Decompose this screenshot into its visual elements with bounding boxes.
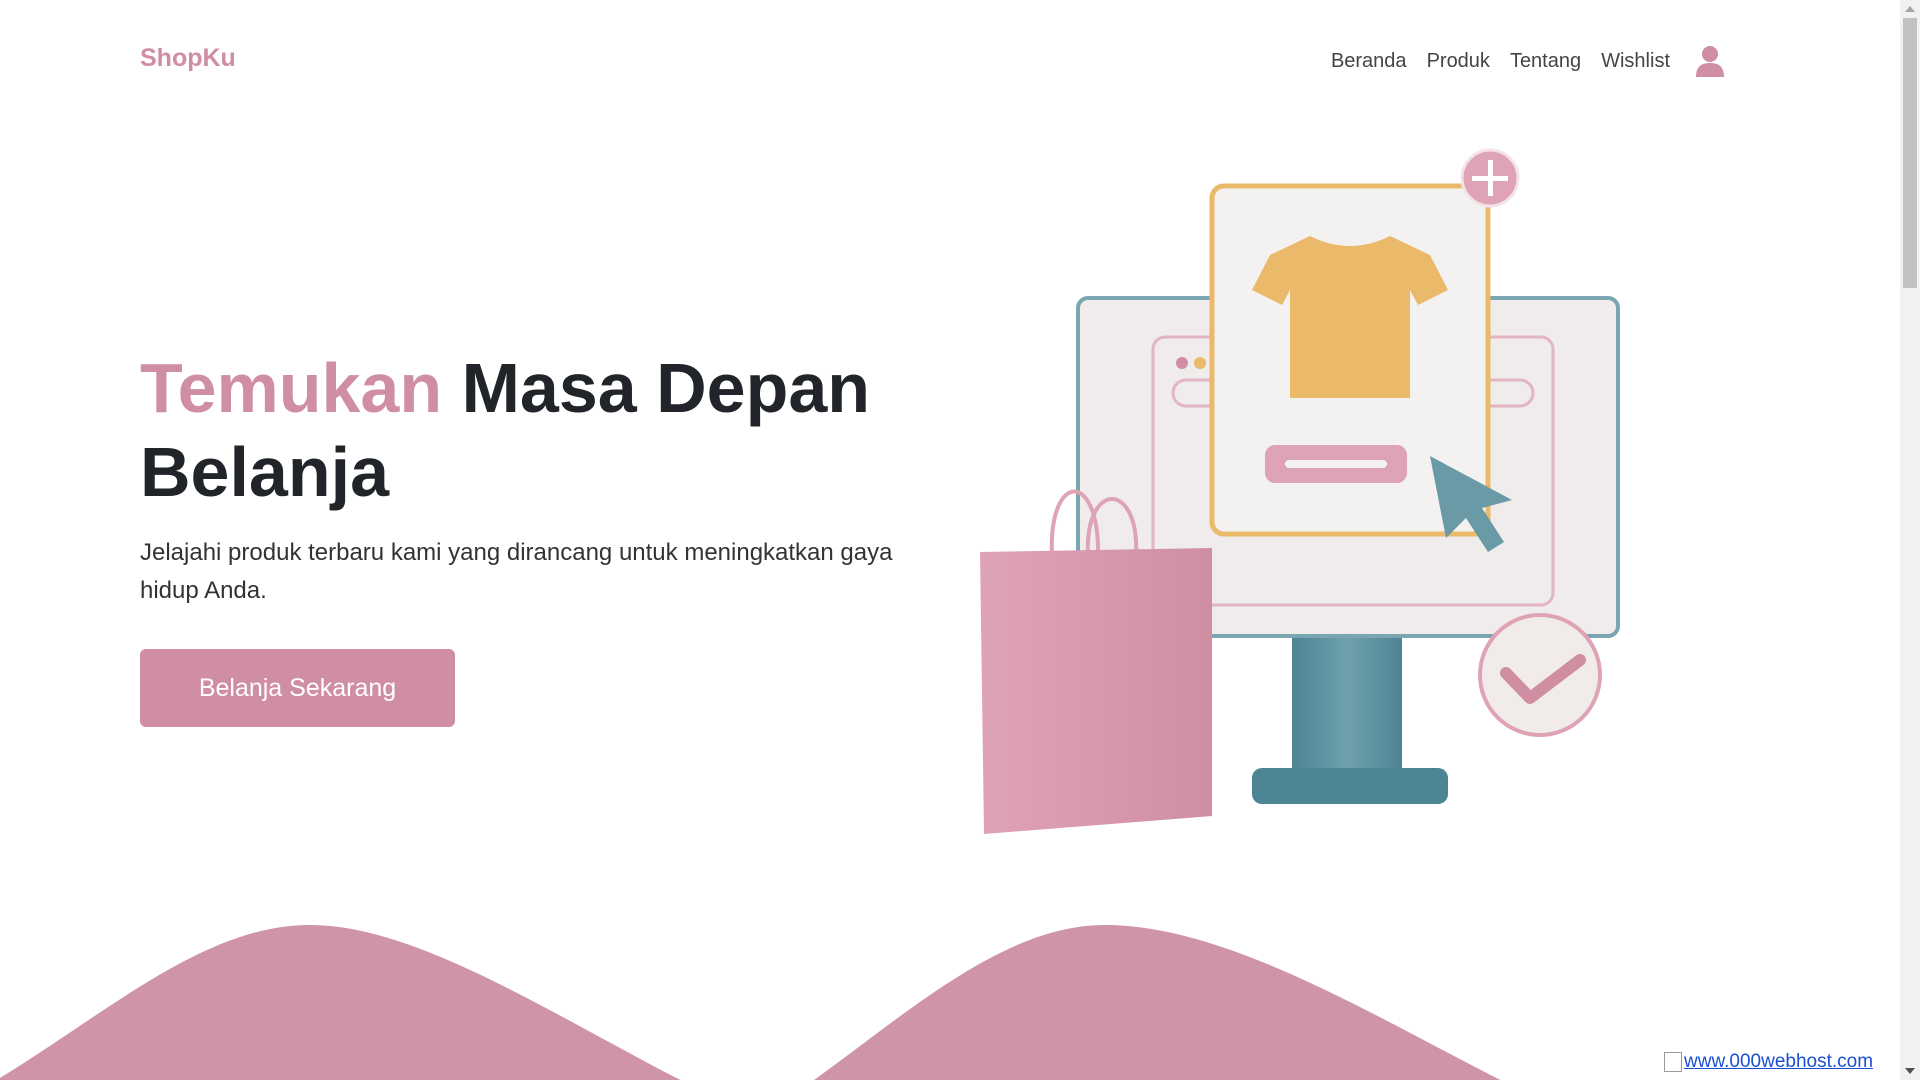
scroll-down-icon[interactable] (1905, 1068, 1915, 1074)
nav-links: Beranda Produk Tentang Wishlist (1331, 44, 1726, 78)
nav-link-wishlist[interactable]: Wishlist (1601, 50, 1670, 73)
webhost-badge[interactable]: www.000webhost.com (1664, 1052, 1873, 1072)
hero-title-accent: Temukan (140, 349, 443, 427)
scrollbar[interactable] (1900, 0, 1920, 1080)
check-icon (1478, 613, 1602, 737)
nav-link-tentang[interactable]: Tentang (1510, 50, 1581, 73)
hero-illustration (980, 148, 1620, 834)
shop-now-button[interactable]: Belanja Sekarang (140, 649, 455, 727)
nav-link-produk[interactable]: Produk (1427, 50, 1490, 73)
decorative-waves (0, 925, 1501, 1080)
scroll-up-icon[interactable] (1905, 6, 1915, 12)
hero-subtitle: Jelajahi produk terbaru kami yang diranc… (140, 539, 893, 604)
navbar: ShopKu Beranda Produk Tentang Wishlist (0, 0, 1900, 116)
webhost-link[interactable]: www.000webhost.com (1684, 1052, 1873, 1072)
broken-image-icon (1664, 1052, 1682, 1072)
nav-link-beranda[interactable]: Beranda (1331, 50, 1407, 73)
brand-logo[interactable]: ShopKu (140, 44, 236, 73)
user-icon[interactable] (1694, 44, 1726, 78)
hero-title: Temukan Masa Depan Belanja (140, 346, 900, 514)
scroll-thumb[interactable] (1903, 18, 1917, 288)
plus-icon (1460, 148, 1520, 208)
